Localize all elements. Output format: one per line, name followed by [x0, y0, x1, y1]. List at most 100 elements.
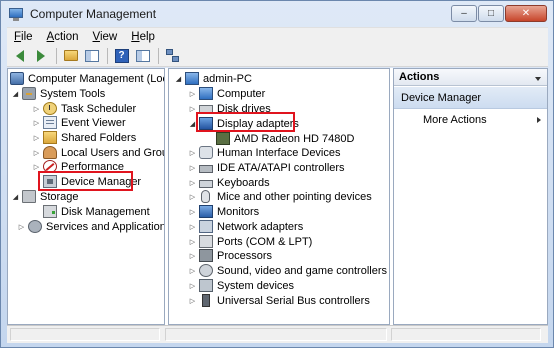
show-hide-action-pane-button[interactable]: [133, 47, 152, 65]
maximize-button[interactable]: □: [478, 5, 504, 22]
device-category-label: Display adapters: [217, 117, 299, 130]
device-category-mice[interactable]: ▷ Mice and other pointing devices: [188, 189, 372, 204]
device-category-display-adapters[interactable]: ◢ Display adapters: [188, 116, 299, 131]
performance-icon: [43, 160, 57, 173]
console-tree-pane[interactable]: Computer Management (Local ◢ System Tool…: [7, 68, 165, 325]
back-button[interactable]: [10, 47, 29, 65]
expand-arrow-icon[interactable]: ▷: [188, 238, 197, 246]
tree-item-services-and-applications[interactable]: ▷ Services and Applications: [17, 219, 165, 234]
clock-icon: [43, 102, 57, 115]
menu-action[interactable]: Action: [40, 31, 86, 43]
expand-arrow-icon[interactable]: ▷: [188, 208, 197, 216]
tree-item-label: Computer Management (Local: [28, 72, 165, 85]
menu-file[interactable]: File: [7, 31, 40, 43]
device-tree-pane[interactable]: ◢ admin-PC ▷ Computer ▷ Disk drives ◢ Di…: [168, 68, 390, 325]
network-adapter-icon: [199, 220, 213, 233]
title-bar[interactable]: Computer Management – □ ✕: [1, 1, 553, 27]
tree-item-device-manager[interactable]: Device Manager: [43, 174, 141, 189]
up-one-level-button[interactable]: [61, 47, 80, 65]
expand-arrow-icon[interactable]: ▷: [188, 105, 197, 113]
tree-item-shared-folders[interactable]: ▷ Shared Folders: [32, 130, 136, 145]
device-category-sound-video[interactable]: ▷ Sound, video and game controllers: [188, 263, 387, 278]
device-category-ports[interactable]: ▷ Ports (COM & LPT): [188, 234, 312, 249]
device-category-processors[interactable]: ▷ Processors: [188, 248, 272, 263]
expand-arrow-icon[interactable]: ▷: [188, 267, 197, 275]
device-category-label: Network adapters: [217, 220, 304, 233]
show-hide-action-pane-icon: [135, 49, 150, 62]
device-category-disk-drives[interactable]: ▷ Disk drives: [188, 101, 271, 116]
device-category-label: Keyboards: [217, 176, 270, 189]
device-item-amd-radeon[interactable]: AMD Radeon HD 7480D: [216, 131, 354, 146]
device-category-usb-controllers[interactable]: ▷ Universal Serial Bus controllers: [188, 293, 370, 308]
device-category-ide-controllers[interactable]: ▷ IDE ATA/ATAPI controllers: [188, 160, 345, 175]
expand-arrow-icon[interactable]: ▷: [32, 163, 41, 171]
actions-header: Actions: [394, 69, 547, 86]
expand-arrow-icon[interactable]: ▷: [32, 119, 41, 127]
device-category-keyboards[interactable]: ▷ Keyboards: [188, 175, 270, 190]
close-button[interactable]: ✕: [505, 5, 547, 22]
device-manager-icon: [43, 175, 57, 188]
connect-network-icon: [165, 48, 180, 63]
more-actions-item[interactable]: More Actions: [423, 112, 487, 127]
device-category-label: Monitors: [217, 205, 260, 218]
device-category-label: Human Interface Devices: [217, 146, 341, 159]
device-tree-root[interactable]: ◢ admin-PC: [174, 71, 252, 86]
tree-item-event-viewer[interactable]: ▷ Event Viewer: [32, 115, 126, 130]
collapse-arrow-icon[interactable]: ◢: [11, 90, 20, 98]
expand-arrow-icon[interactable]: ▷: [188, 179, 197, 187]
device-category-label: Disk drives: [217, 102, 271, 115]
expand-arrow-icon[interactable]: ▷: [188, 297, 197, 305]
expand-arrow-icon[interactable]: ▷: [188, 282, 197, 290]
tree-item-storage[interactable]: ◢ Storage: [11, 189, 79, 204]
computer-icon: [185, 72, 199, 85]
expand-arrow-icon[interactable]: ▷: [17, 223, 26, 231]
device-category-network-adapters[interactable]: ▷ Network adapters: [188, 219, 303, 234]
tree-item-performance[interactable]: ▷ Performance: [32, 159, 124, 174]
expand-arrow-icon[interactable]: ▷: [188, 149, 197, 157]
expand-arrow-icon[interactable]: ▷: [32, 134, 41, 142]
system-device-icon: [199, 279, 213, 292]
menu-help[interactable]: Help: [124, 31, 162, 43]
forward-button[interactable]: [31, 47, 50, 65]
processor-icon: [199, 249, 213, 262]
device-category-system-devices[interactable]: ▷ System devices: [188, 278, 294, 293]
device-category-computer[interactable]: ▷ Computer: [188, 86, 265, 101]
collapse-arrow-icon[interactable]: ◢: [188, 120, 197, 128]
actions-section-label: Device Manager: [401, 91, 482, 104]
computer-management-window: Computer Management – □ ✕ File Action Vi…: [0, 0, 554, 348]
expand-arrow-icon[interactable]: ▷: [32, 105, 41, 113]
toolbar: ?: [7, 45, 548, 67]
expand-arrow-icon[interactable]: ▷: [188, 90, 197, 98]
tree-item-disk-management[interactable]: Disk Management: [43, 204, 150, 219]
tree-item-label: Storage: [40, 190, 79, 203]
expand-arrow-icon[interactable]: ▷: [32, 149, 41, 157]
help-button[interactable]: ?: [112, 47, 131, 65]
expand-arrow-icon[interactable]: ▷: [188, 193, 197, 201]
minimize-button[interactable]: –: [451, 5, 477, 22]
collapse-arrow-icon[interactable]: ◢: [11, 193, 20, 201]
tree-item-label: System Tools: [40, 87, 106, 100]
tree-item-task-scheduler[interactable]: ▷ Task Scheduler: [32, 101, 136, 116]
back-arrow-icon: [15, 49, 24, 62]
connect-network-button[interactable]: [163, 47, 182, 65]
expand-arrow-icon[interactable]: ▷: [188, 252, 197, 260]
collapse-arrow-icon[interactable]: ◢: [174, 75, 183, 83]
status-cell: [391, 328, 541, 341]
show-hide-console-tree-button[interactable]: [82, 47, 101, 65]
expand-arrow-icon[interactable]: ▷: [188, 164, 197, 172]
device-category-label: IDE ATA/ATAPI controllers: [217, 161, 345, 174]
graphics-card-icon: [216, 132, 230, 145]
window-title: Computer Management: [30, 7, 157, 21]
tree-item-computer-management[interactable]: Computer Management (Local: [10, 71, 165, 86]
collapse-section-icon[interactable]: [535, 77, 541, 81]
device-tree-label: admin-PC: [203, 72, 252, 85]
tree-item-local-users-and-groups[interactable]: ▷ Local Users and Groups: [32, 145, 164, 160]
device-category-label: Processors: [217, 249, 273, 262]
tree-item-system-tools[interactable]: ◢ System Tools: [11, 86, 105, 101]
device-category-human-interface-devices[interactable]: ▷ Human Interface Devices: [188, 145, 341, 160]
menu-view[interactable]: View: [86, 31, 125, 43]
device-category-monitors[interactable]: ▷ Monitors: [188, 204, 259, 219]
expand-arrow-icon[interactable]: ▷: [188, 223, 197, 231]
actions-device-manager-section[interactable]: Device Manager: [394, 87, 547, 109]
tree-item-label: Services and Applications: [46, 220, 165, 233]
